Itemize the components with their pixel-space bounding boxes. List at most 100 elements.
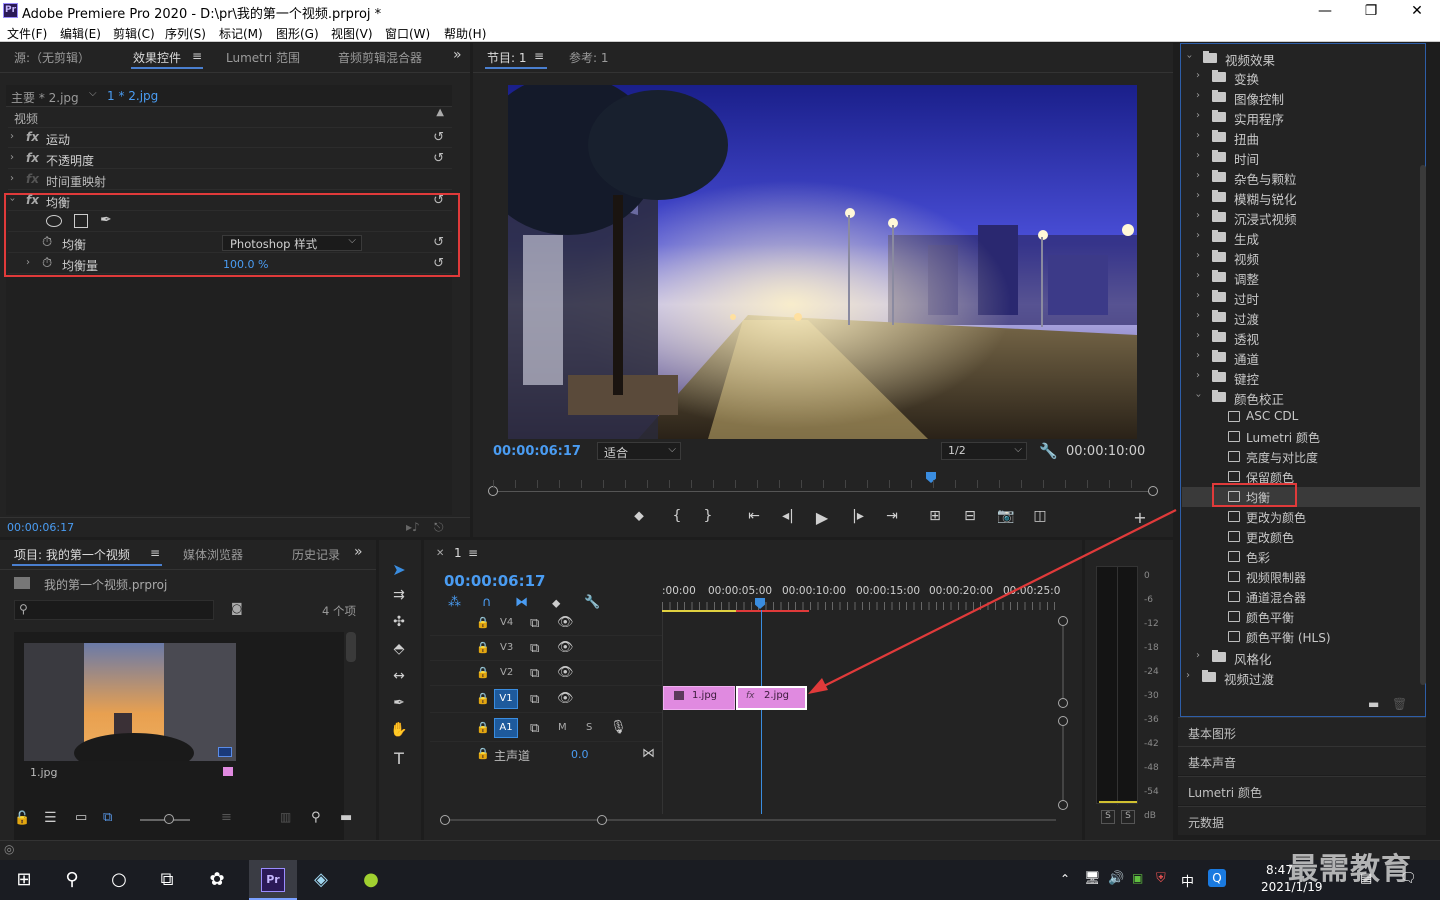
wrench-icon[interactable]: 🔧 xyxy=(584,595,600,610)
lock-icon[interactable]: 🔒 xyxy=(476,666,490,679)
menu-graphics[interactable]: 图形(G) xyxy=(276,25,319,42)
network-icon[interactable]: 🖥 xyxy=(1084,871,1101,886)
chevron-right-icon[interactable]: › xyxy=(1196,70,1200,81)
track-label[interactable]: V2 xyxy=(500,667,513,678)
menu-window[interactable]: 窗口(W) xyxy=(385,25,430,42)
panel-menu-icon[interactable]: ≡ xyxy=(468,546,478,560)
ime-indicator[interactable]: 中 xyxy=(1181,871,1194,890)
go-to-in-icon[interactable]: ⇤ xyxy=(744,508,764,524)
tab-effect-controls[interactable]: 效果控件 xyxy=(133,49,181,66)
effect-item[interactable]: ASC CDL xyxy=(1182,407,1420,427)
h-scroll-right-handle[interactable] xyxy=(597,815,607,825)
lock-icon[interactable]: 🔓 xyxy=(14,811,30,826)
program-video-frame[interactable] xyxy=(508,85,1137,439)
chevron-right-icon[interactable]: › xyxy=(1196,650,1200,661)
reset-icon[interactable]: ↺ xyxy=(433,193,444,208)
chevron-right-icon[interactable]: › xyxy=(1196,250,1200,261)
panel-menu-icon[interactable]: ≡ xyxy=(192,49,202,63)
trash-icon[interactable]: 🗑 xyxy=(1392,697,1407,711)
clip-1[interactable]: 1.jpg xyxy=(663,686,735,710)
effect-item[interactable]: 色彩 xyxy=(1182,547,1420,567)
track-select-tool-icon[interactable]: ⇉ xyxy=(389,587,409,603)
chevron-down-icon[interactable]: › xyxy=(1193,394,1204,398)
project-thumbnail[interactable] xyxy=(24,643,236,761)
chevron-right-icon[interactable]: › xyxy=(1196,350,1200,361)
security-icon[interactable]: ⛨ xyxy=(1156,871,1166,886)
clip-label[interactable]: 1 * 2.jpg xyxy=(107,89,158,103)
chevron-right-icon[interactable]: › xyxy=(1196,130,1200,141)
effect-row-time-remap[interactable]: › fx 时间重映射 xyxy=(8,170,452,190)
project-search-input[interactable]: ⚲ xyxy=(14,600,214,620)
section-essential-graphics[interactable]: 基本图形 xyxy=(1178,717,1426,746)
freeform-view-icon[interactable]: ⧉ xyxy=(103,810,112,825)
effect-item[interactable]: 通道混合器 xyxy=(1182,587,1420,607)
sync-lock-icon[interactable]: ⧉ xyxy=(530,666,539,681)
chevron-right-icon[interactable]: › xyxy=(1196,90,1200,101)
equalize-style-dropdown[interactable]: Photoshop 样式 ⌵ xyxy=(222,235,362,251)
chevron-right-icon[interactable]: › xyxy=(1196,370,1200,381)
lock-icon[interactable]: 🔒 xyxy=(476,692,490,705)
fx-icon[interactable]: fx xyxy=(26,151,39,165)
tab-media-browser[interactable]: 媒体浏览器 xyxy=(183,546,243,563)
chevron-right-icon[interactable]: › xyxy=(1196,210,1200,221)
rectangle-mask-icon[interactable] xyxy=(74,214,88,228)
track-label[interactable]: V3 xyxy=(500,642,513,653)
audio-zoom-handle-bottom[interactable] xyxy=(1058,800,1068,810)
effect-item[interactable]: 更改为颜色 xyxy=(1182,507,1420,527)
reset-icon[interactable]: ↺ xyxy=(433,256,444,271)
effects-scrollbar[interactable] xyxy=(1420,165,1426,685)
track-label[interactable]: V4 xyxy=(500,617,513,628)
eye-icon[interactable]: 👁 xyxy=(557,615,574,630)
app-ball-icon[interactable]: ● xyxy=(353,866,389,894)
menu-marker[interactable]: 标记(M) xyxy=(219,25,263,42)
master-volume-value[interactable]: 0.0 xyxy=(571,748,589,761)
timeline-timecode[interactable]: 00:00:06:17 xyxy=(444,572,546,590)
hand-tool-icon[interactable]: ✋ xyxy=(389,722,409,738)
add-marker-icon[interactable]: ⬥ xyxy=(552,596,560,611)
slip-tool-icon[interactable]: ↔ xyxy=(389,668,409,684)
effect-item[interactable]: 更改颜色 xyxy=(1182,527,1420,547)
icon-view-icon[interactable]: ▭ xyxy=(75,810,87,825)
solo-right-button[interactable]: S xyxy=(1121,810,1135,824)
lock-icon[interactable]: 🔒 xyxy=(476,641,490,654)
menu-edit[interactable]: 编辑(E) xyxy=(60,25,101,42)
mark-out-icon[interactable]: } xyxy=(698,508,718,524)
selection-tool-icon[interactable]: ➤ xyxy=(389,560,409,579)
eye-icon[interactable]: 👁 xyxy=(557,640,574,655)
close-tab-icon[interactable]: ✕ xyxy=(436,548,444,559)
clip-2[interactable]: fx 2.jpg xyxy=(736,686,807,710)
effect-item[interactable]: 颜色平衡 (HLS) xyxy=(1182,627,1420,647)
tab-reference[interactable]: 参考: 1 xyxy=(569,49,609,66)
chevron-right-icon[interactable]: › xyxy=(1196,330,1200,341)
section-essential-sound[interactable]: 基本声音 xyxy=(1178,746,1426,775)
solo-button[interactable]: S xyxy=(586,722,592,733)
resolution-dropdown[interactable]: 1/2 ⌵ xyxy=(941,442,1027,460)
list-view-icon[interactable]: ☰ xyxy=(44,810,57,826)
volume-icon[interactable]: 🔊 xyxy=(1108,871,1124,886)
tab-source[interactable]: 源:（无剪辑） xyxy=(14,49,90,66)
zoom-slider-handle[interactable] xyxy=(164,814,174,824)
chevron-right-icon[interactable]: › xyxy=(1196,270,1200,281)
panel-menu-icon[interactable]: ≡ xyxy=(150,546,160,560)
reset-icon[interactable]: ↺ xyxy=(433,130,444,145)
program-timecode[interactable]: 00:00:06:17 xyxy=(493,444,581,459)
eye-icon[interactable]: 👁 xyxy=(557,691,574,706)
find-icon[interactable]: ⚲ xyxy=(311,810,321,825)
type-tool-icon[interactable]: T xyxy=(389,749,409,768)
step-back-icon[interactable]: ◂| xyxy=(778,508,798,524)
menu-clip[interactable]: 剪辑(C) xyxy=(113,25,155,42)
linked-selection-icon[interactable]: ∩ xyxy=(482,595,492,610)
fx-icon[interactable]: fx xyxy=(26,130,39,144)
cortana-icon[interactable]: ○ xyxy=(101,866,137,894)
track-target-a1[interactable]: A1 xyxy=(494,718,518,738)
task-view-icon[interactable]: ⧉ xyxy=(149,866,185,894)
reset-icon[interactable]: ↺ xyxy=(433,235,444,250)
chevron-right-icon[interactable]: › xyxy=(1196,230,1200,241)
ripple-edit-tool-icon[interactable]: ✣ xyxy=(389,614,409,630)
chevron-right-icon[interactable]: › xyxy=(1196,290,1200,301)
close-button[interactable]: ✕ xyxy=(1394,0,1440,22)
sequence-tab[interactable]: 1 xyxy=(454,546,462,560)
tab-history[interactable]: 历史记录 xyxy=(292,546,340,563)
export-icon[interactable]: ⎋ xyxy=(434,520,444,535)
chevron-right-icon[interactable]: › xyxy=(1196,150,1200,161)
